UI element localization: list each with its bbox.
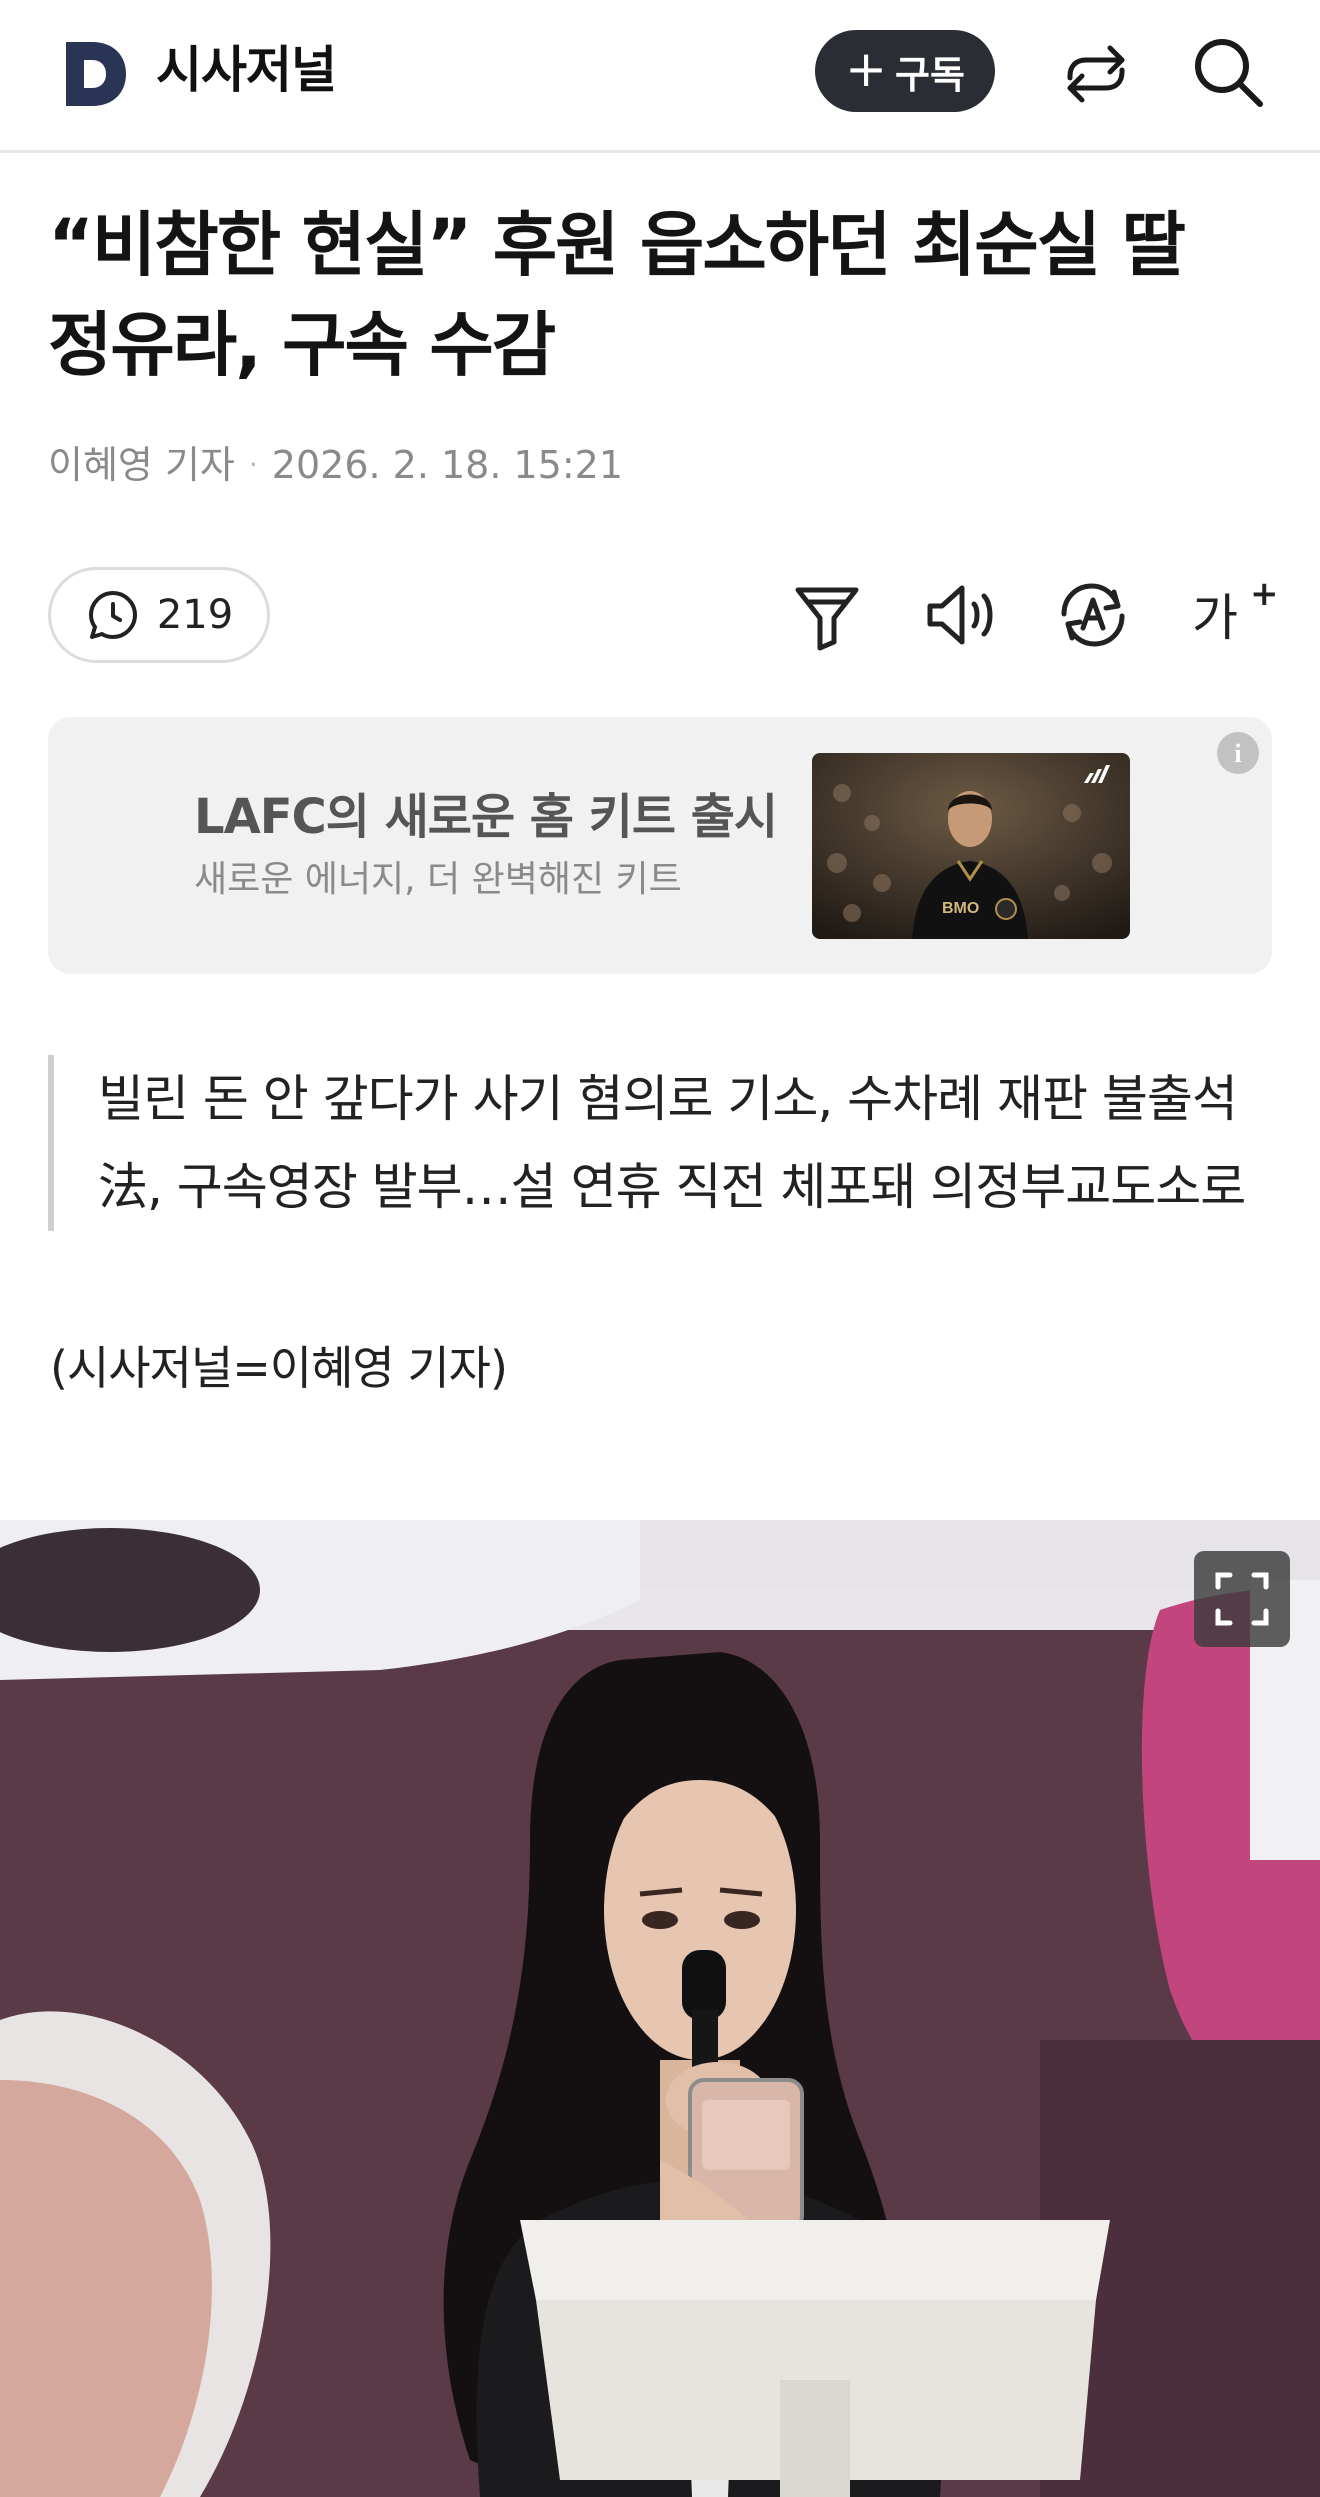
svg-text:D: D: [60, 38, 61, 39]
subscribe-label: 구독: [894, 52, 965, 97]
svg-text:i: i: [1234, 739, 1241, 768]
summary-line: 빌린 돈 안 갚다가 사기 혐의로 기소, 수차례 재판 불출석: [98, 1070, 1238, 1128]
author-name[interactable]: 이혜영 기자: [48, 440, 235, 490]
fullscreen-icon: [1215, 1572, 1269, 1626]
summary-filter-icon[interactable]: [788, 576, 866, 654]
summary-line: 法, 구속영장 발부…설 연휴 직전 체포돼 의정부교도소로: [98, 1158, 1246, 1216]
share-icon[interactable]: [1060, 38, 1132, 110]
article-summary: 빌린 돈 안 갚다가 사기 혐의로 기소, 수차례 재판 불출석 法, 구속영장…: [48, 1055, 1278, 1231]
search-icon[interactable]: [1190, 34, 1266, 110]
ad-sponsor-text: BMO: [942, 900, 979, 917]
plus-icon: +: [1250, 574, 1279, 614]
article-title-line: “비참한 현실” 후원 읍소하던 최순실 딸: [48, 204, 1186, 286]
subscribe-button[interactable]: + 구독: [815, 30, 995, 112]
article-title-line: 정유라, 구속 수감: [48, 304, 556, 386]
article-title: “비참한 현실” 후원 읍소하던 최순실 딸 정유라, 구속 수감: [48, 195, 1278, 395]
article-meta: 이혜영 기자 · 2026. 2. 18. 15:21: [48, 440, 623, 490]
publish-datetime: 2026. 2. 18. 15:21: [271, 443, 624, 487]
plus-icon: +: [845, 40, 887, 98]
meta-separator: ·: [248, 448, 258, 481]
logo-icon[interactable]: D: [60, 38, 132, 110]
article-byline: (시사저널=이혜영 기자): [50, 1341, 508, 1395]
comments-button[interactable]: 219: [48, 567, 270, 663]
translate-icon[interactable]: [1054, 576, 1132, 654]
ad-subtitle: 새로운 에너지, 더 완벽해진 키트: [194, 859, 682, 900]
font-size-icon[interactable]: 가 +: [1188, 574, 1279, 658]
brand-name[interactable]: 시사저널: [156, 40, 337, 100]
app-header: D 시사저널 + 구독: [0, 0, 1320, 153]
ad-image[interactable]: BMO: [812, 753, 1130, 939]
expand-image-button[interactable]: [1194, 1551, 1290, 1647]
ad-info-icon[interactable]: i: [1216, 731, 1260, 775]
text-to-speech-icon[interactable]: [922, 576, 1000, 654]
ad-title: LAFC의 새로운 홈 키트 출시: [194, 789, 778, 845]
article-photo[interactable]: [0, 1520, 1320, 2497]
font-size-label: 가: [1192, 589, 1238, 647]
comment-icon: [88, 591, 137, 639]
ad-banner[interactable]: LAFC의 새로운 홈 키트 출시 새로운 에너지, 더 완벽해진 키트 BMO: [48, 717, 1272, 974]
comment-count: 219: [156, 592, 234, 638]
